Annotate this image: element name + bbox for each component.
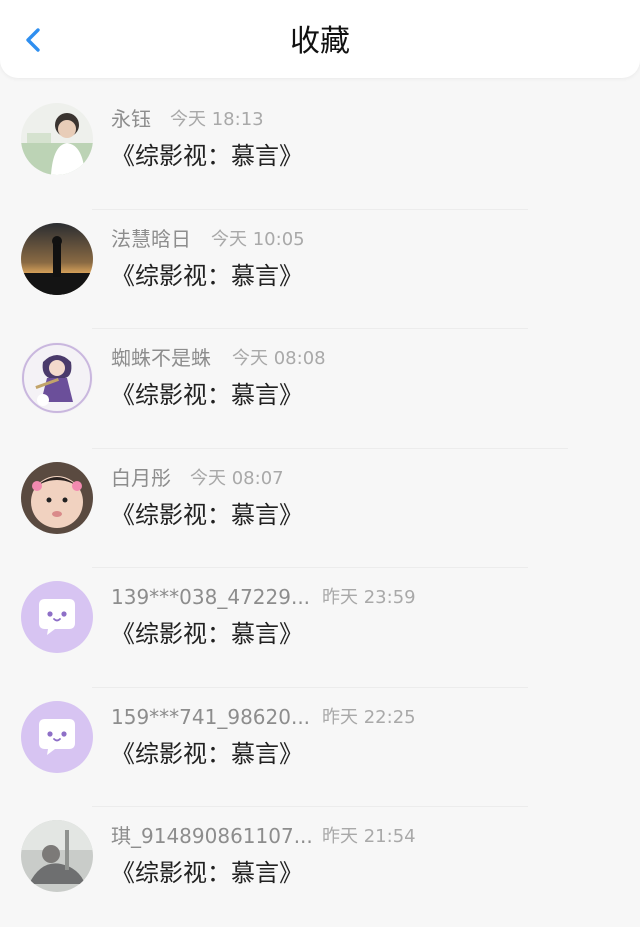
user-photo-icon [21, 103, 93, 175]
list-item[interactable]: 法慧晗日 今天 10:05 《综影视：慕言》 [0, 209, 640, 329]
list-item[interactable]: 159***741_98620... 昨天 22:25 《综影视：慕言》 [0, 687, 640, 807]
sender-name: 159***741_98620... [111, 704, 311, 729]
default-avatar[interactable] [21, 700, 93, 773]
avatar[interactable] [21, 461, 93, 534]
avatar[interactable] [21, 820, 93, 892]
sender-name: 白月彤 [111, 465, 171, 490]
list-item[interactable]: 永钰 今天 18:13 《综影视：慕言》 [0, 90, 640, 210]
timestamp: 今天 10:05 [211, 228, 305, 250]
sender-name: 永钰 [111, 107, 151, 131]
avatar[interactable] [21, 222, 93, 295]
favorites-list: 永钰 今天 18:13 《综影视：慕言》 法慧晗日 今天 10:05 《综影视：… [0, 90, 640, 927]
list-item[interactable]: 139***038_47229... 昨天 23:59 《综影视：慕言》 [0, 568, 640, 688]
message-content: 《综影视：慕言》 [111, 261, 303, 290]
avatar[interactable] [21, 342, 93, 414]
message-content: 《综影视：慕言》 [111, 620, 303, 648]
list-item[interactable]: 白月彤 今天 08:07 《综影视：慕言》 [0, 448, 640, 568]
sender-name: 139***038_47229... [111, 585, 311, 609]
message-content: 《综影视：慕言》 [111, 739, 303, 768]
list-item[interactable]: 琪_914890861107... 昨天 21:54 《综影视：慕言》 [0, 807, 640, 927]
sender-name: 法慧晗日 [111, 226, 191, 251]
avatar[interactable] [21, 103, 93, 175]
user-photo-icon [21, 820, 93, 892]
message-content: 《综影视：慕言》 [111, 142, 303, 170]
message-content: 《综影视：慕言》 [111, 859, 303, 887]
default-avatar[interactable] [21, 581, 93, 653]
top-bar: 收藏 [0, 0, 640, 78]
sender-name: 蜘蛛不是蛛 [111, 346, 211, 370]
timestamp: 昨天 23:59 [322, 587, 416, 608]
baby-photo-icon [21, 461, 93, 534]
message-content: 《综影视：慕言》 [111, 500, 303, 529]
chat-bubble-icon [39, 599, 75, 635]
anime-character-icon [21, 342, 93, 414]
list-item[interactable]: 蜘蛛不是蛛 今天 08:08 《综影视：慕言》 [0, 329, 640, 449]
timestamp: 今天 08:07 [190, 467, 284, 489]
message-content: 《综影视：慕言》 [111, 381, 303, 409]
page-title: 收藏 [290, 24, 350, 59]
timestamp: 今天 18:13 [170, 109, 264, 130]
user-photo-icon [21, 222, 93, 295]
timestamp: 昨天 21:54 [322, 826, 416, 847]
timestamp: 昨天 22:25 [322, 706, 416, 728]
chat-bubble-icon [39, 718, 75, 755]
timestamp: 今天 08:08 [232, 348, 326, 369]
sender-name: 琪_914890861107... [111, 824, 313, 848]
